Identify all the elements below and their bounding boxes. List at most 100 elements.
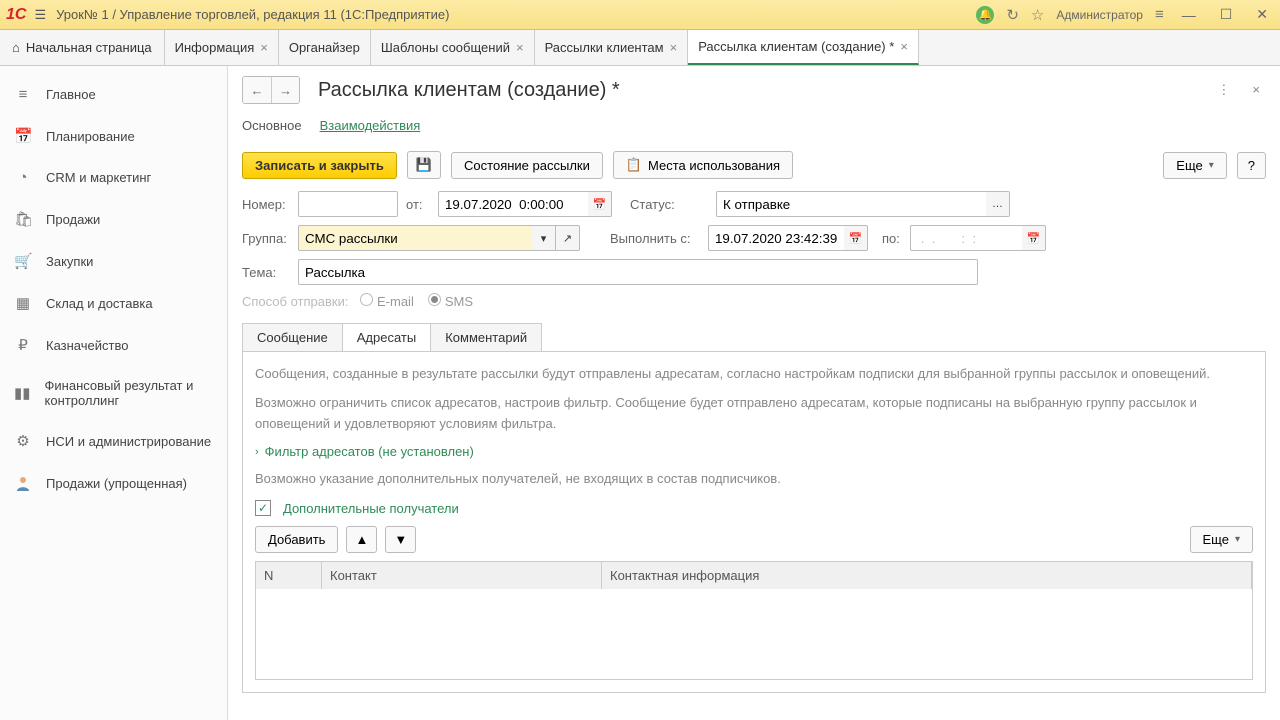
filter-icon[interactable]: ≡ (1155, 6, 1164, 23)
runfrom-label: Выполнить с: (610, 231, 700, 246)
home-tab-label: Начальная страница (26, 40, 152, 55)
tab-templates[interactable]: Шаблоны сообщений× (371, 30, 535, 65)
history-icon[interactable]: ↻ (1006, 6, 1019, 24)
tab-mailing-new[interactable]: Рассылка клиентам (создание) *× (688, 30, 919, 65)
close-icon[interactable]: × (900, 39, 908, 54)
tabbar: ⌂ Начальная страница Информация× Органай… (0, 30, 1280, 66)
to-label: по: (882, 231, 902, 246)
app-logo: 1C (6, 6, 26, 24)
col-info[interactable]: Контактная информация (602, 562, 1252, 589)
tab-message[interactable]: Сообщение (242, 323, 343, 351)
sidebar: ≡Главное 📅Планирование ◔CRM и маркетинг … (0, 66, 228, 720)
calendar-icon: 📅 (14, 127, 32, 145)
to-input[interactable] (910, 225, 1022, 251)
sidebar-item-purchase[interactable]: 🛒Закупки (0, 240, 227, 282)
home-icon: ⌂ (12, 40, 20, 55)
maximize-button[interactable]: ☐ (1214, 6, 1239, 23)
add-button[interactable]: Добавить (255, 526, 338, 553)
tab-info[interactable]: Информация× (165, 30, 279, 65)
tab-comment[interactable]: Комментарий (430, 323, 542, 351)
sidebar-item-treasury[interactable]: ₽Казначейство (0, 324, 227, 366)
info-text-1: Сообщения, созданные в результате рассыл… (255, 364, 1253, 385)
tab-recipients[interactable]: Адресаты (342, 323, 431, 351)
ruble-icon: ₽ (14, 336, 32, 354)
number-label: Номер: (242, 197, 290, 212)
method-label: Способ отправки: (242, 294, 352, 309)
back-button[interactable]: ← (243, 77, 271, 103)
calendar-icon[interactable]: 📅 (588, 191, 612, 217)
gear-icon: ⚙ (14, 432, 32, 450)
move-down-button[interactable]: ▼ (385, 526, 416, 553)
extra-collapsible[interactable]: ✓ Дополнительные получатели (255, 500, 1253, 516)
close-icon[interactable]: × (516, 40, 524, 55)
save-close-button[interactable]: Записать и закрыть (242, 152, 397, 179)
info-text-3: Возможно указание дополнительных получат… (255, 469, 1253, 490)
group-input[interactable] (298, 225, 532, 251)
move-up-button[interactable]: ▲ (346, 526, 377, 553)
subtab-interactions[interactable]: Взаимодействия (320, 114, 421, 137)
radio-email: E-mail (360, 293, 414, 309)
usage-button[interactable]: 📋Места использования (613, 151, 793, 179)
chevron-down-icon[interactable]: ▾ (532, 225, 556, 251)
menu-icon: ≡ (14, 86, 32, 103)
help-button[interactable]: ? (1237, 152, 1266, 179)
status-label: Статус: (630, 197, 680, 212)
sidebar-item-admin[interactable]: ⚙НСИ и администрирование (0, 420, 227, 462)
nav-buttons: ← → (242, 76, 300, 104)
recipients-grid: N Контакт Контактная информация (255, 561, 1253, 680)
more-button[interactable]: Еще (1163, 152, 1226, 179)
from-date-input[interactable] (438, 191, 588, 217)
checkbox-icon[interactable]: ✓ (255, 500, 271, 516)
bell-icon[interactable]: 🔔 (976, 6, 994, 24)
bag-icon: 🛍 (14, 210, 32, 228)
home-tab[interactable]: ⌂ Начальная страница (0, 30, 165, 65)
sidebar-item-planning[interactable]: 📅Планирование (0, 115, 227, 157)
tab-mailings[interactable]: Рассылки клиентам× (535, 30, 689, 65)
star-icon[interactable]: ☆ (1031, 6, 1044, 24)
titlebar: 1C ☰ Урок№ 1 / Управление торговлей, ред… (0, 0, 1280, 30)
open-icon[interactable]: ↗ (556, 225, 580, 251)
chevron-right-icon: › (255, 446, 259, 458)
group-label: Группа: (242, 231, 290, 246)
col-contact[interactable]: Контакт (322, 562, 602, 589)
grid-icon: ▦ (14, 294, 32, 312)
status-input[interactable] (716, 191, 986, 217)
minimize-button[interactable]: — (1176, 7, 1202, 23)
person-icon (14, 474, 32, 492)
more-icon[interactable]: ⋮ (1211, 78, 1236, 102)
sidebar-item-finance[interactable]: ▮▮Финансовый результат и контроллинг (0, 366, 227, 420)
status-button[interactable]: Состояние рассылки (451, 152, 603, 179)
close-icon[interactable]: × (670, 40, 678, 55)
subtab-main[interactable]: Основное (242, 114, 302, 137)
ellipsis-icon[interactable]: … (986, 191, 1010, 217)
window-title: Урок№ 1 / Управление торговлей, редакция… (56, 7, 976, 22)
radio-icon (360, 293, 373, 306)
sidebar-item-warehouse[interactable]: ▦Склад и доставка (0, 282, 227, 324)
more-button[interactable]: Еще (1190, 526, 1253, 553)
calendar-icon[interactable]: 📅 (1022, 225, 1046, 251)
runfrom-input[interactable] (708, 225, 844, 251)
filter-collapsible[interactable]: › Фильтр адресатов (не установлен) (255, 444, 1253, 459)
save-button[interactable]: 💾 (407, 151, 441, 179)
user-label: Администратор (1056, 8, 1143, 22)
close-button[interactable]: ✕ (1250, 6, 1274, 23)
grid-body[interactable] (256, 589, 1252, 679)
sidebar-item-sales-simple[interactable]: Продажи (упрощенная) (0, 462, 227, 504)
sidebar-item-crm[interactable]: ◔CRM и маркетинг (0, 157, 227, 198)
radio-icon (428, 293, 441, 306)
list-icon: 📋 (626, 157, 642, 173)
col-n[interactable]: N (256, 562, 322, 589)
forward-button[interactable]: → (271, 77, 299, 103)
chart-icon: ◔ (14, 169, 32, 186)
sidebar-item-main[interactable]: ≡Главное (0, 74, 227, 115)
menu-icon[interactable]: ☰ (34, 7, 46, 23)
info-text-2: Возможно ограничить список адресатов, на… (255, 393, 1253, 435)
close-icon[interactable]: × (1246, 78, 1266, 102)
subject-label: Тема: (242, 265, 290, 280)
close-icon[interactable]: × (260, 40, 268, 55)
subject-input[interactable] (298, 259, 978, 285)
calendar-icon[interactable]: 📅 (844, 225, 868, 251)
number-input[interactable] (298, 191, 398, 217)
sidebar-item-sales[interactable]: 🛍Продажи (0, 198, 227, 240)
tab-organizer[interactable]: Органайзер (279, 30, 371, 65)
